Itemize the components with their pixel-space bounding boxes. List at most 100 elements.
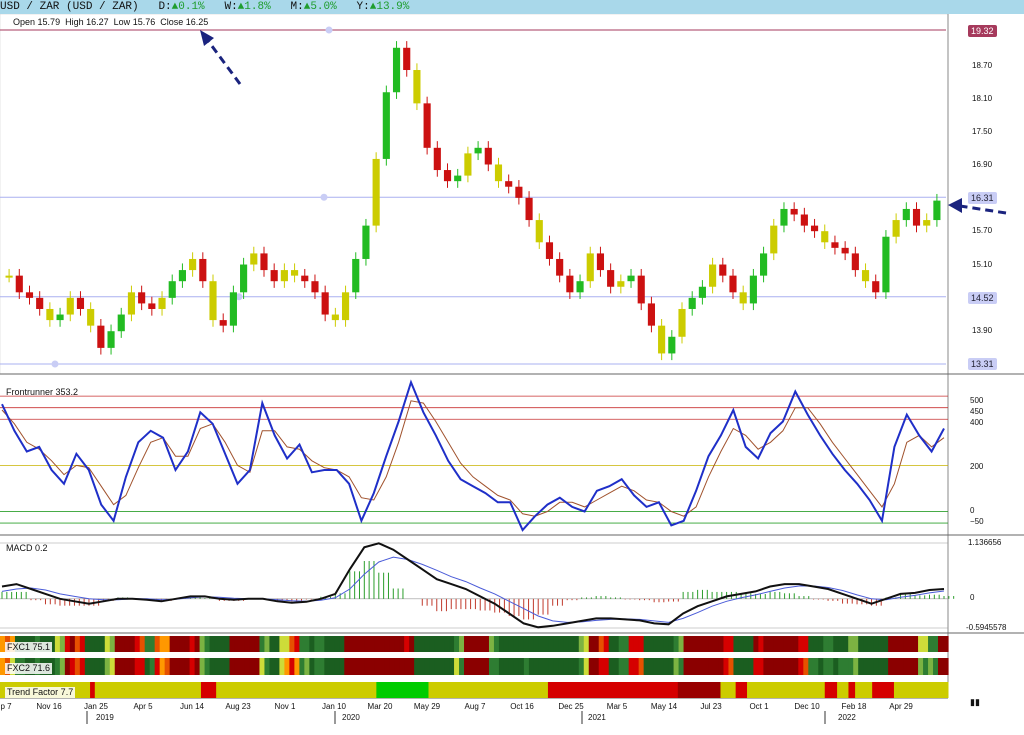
fxc2-cell	[638, 658, 645, 675]
candle-body	[688, 297, 696, 309]
fxc1-cell	[513, 636, 520, 652]
fxc2-cell	[623, 658, 630, 675]
macd-min: -0.5945578	[966, 623, 1007, 632]
fxc1-cell	[818, 636, 824, 652]
fxc2-cell	[818, 658, 824, 675]
fxc1-cell	[828, 636, 834, 652]
fxc2-cell	[603, 658, 610, 675]
fxc2-cell	[129, 658, 136, 675]
fxc1-cell	[488, 636, 495, 652]
fxc1-cell	[89, 636, 96, 652]
fxc2-cell	[518, 658, 525, 675]
frontrunner-level: 500	[970, 396, 984, 405]
fxc1-cell	[838, 636, 844, 652]
fxc1-cell	[154, 636, 161, 652]
fxc2-cell	[543, 658, 550, 675]
fxc2-cell	[54, 658, 61, 675]
fxc1-cell	[454, 636, 460, 652]
fxc2-cell	[528, 658, 535, 675]
candle-body	[117, 314, 125, 332]
fxc1-cell	[434, 636, 440, 652]
fxc1-cell	[688, 636, 695, 652]
fxc1-cell	[74, 636, 81, 652]
fxc2-cell	[99, 658, 106, 675]
candle-body	[66, 297, 74, 315]
candle-body	[729, 275, 737, 293]
fxc2-cell	[798, 658, 804, 675]
fxc2-cell	[359, 658, 365, 675]
fxc2-cell	[593, 658, 600, 675]
candle-body	[576, 281, 584, 293]
fxc2-cell	[309, 658, 315, 675]
fxc2-cell	[548, 658, 555, 675]
fxc1-cell	[229, 636, 236, 652]
fxc2-cell	[673, 658, 680, 675]
fxc1-cell	[768, 636, 774, 652]
fxc1-cell	[548, 636, 555, 652]
fxc2-cell	[424, 658, 430, 675]
fxc2-cell	[858, 658, 864, 675]
fxc1-cell	[414, 636, 420, 652]
fxc2-cell	[394, 658, 400, 675]
fxc1-cell	[618, 636, 625, 652]
candle-body	[5, 275, 13, 278]
candle-body	[800, 214, 808, 226]
candle-body	[851, 253, 859, 271]
candle-body	[637, 275, 645, 304]
fxc2-cell	[339, 658, 345, 675]
candle-body	[36, 297, 44, 309]
fxc2-cell	[299, 658, 305, 675]
fxc1-cell	[748, 636, 755, 652]
fxc1-cell	[354, 636, 360, 652]
fxc1-cell	[703, 636, 710, 652]
fxc1-cell	[633, 636, 640, 652]
fxc1-cell	[304, 636, 310, 652]
fxc2-cell	[618, 658, 625, 675]
fxc1-cell	[264, 636, 271, 652]
fxc2-cell	[498, 658, 505, 675]
fxc2-cell	[79, 658, 86, 675]
candle-body	[617, 281, 625, 287]
fxc2-cell	[608, 658, 615, 675]
fxc2-cell	[284, 658, 290, 675]
fxc1-cell	[384, 636, 390, 652]
fxc2-cell	[613, 658, 620, 675]
fxc2-cell	[658, 658, 665, 675]
fxc2-cell	[863, 658, 869, 675]
fxc2-cell	[713, 658, 720, 675]
fxc1-cell	[119, 636, 126, 652]
fxc1-cell	[109, 636, 116, 652]
macd-title: MACD 0.2	[6, 543, 48, 553]
pause-icon[interactable]: ▮▮	[970, 697, 980, 708]
fxc1-cell	[369, 636, 375, 652]
fxc1-cell	[294, 636, 300, 652]
candle-body	[912, 208, 921, 226]
fxc1-cell	[843, 636, 849, 652]
high-value: 16.27	[86, 17, 109, 27]
fxc1-cell	[399, 636, 405, 652]
fxc2-cell	[74, 658, 81, 675]
fxc1-cell	[803, 636, 809, 652]
candle-body	[341, 292, 350, 321]
fxc2-cell	[384, 658, 390, 675]
symbol-header: USD / ZAR (USD / ZAR) D:▲0.1% W:▲1.8% M:…	[0, 0, 1024, 14]
fxc1-cell	[653, 636, 660, 652]
fxc2-cell	[419, 658, 425, 675]
trend-segment	[94, 682, 202, 698]
trend-segment	[90, 682, 96, 698]
candle-body	[260, 253, 268, 271]
fxc2-cell	[264, 658, 271, 675]
x-tick: Jul 23	[700, 702, 722, 711]
trend-segment	[428, 682, 549, 698]
fxc2-cell	[888, 658, 894, 675]
fxc1-cell	[853, 636, 859, 652]
fxc1-cell	[528, 636, 535, 652]
fxc1-cell	[374, 636, 380, 652]
fxc2-cell	[628, 658, 635, 675]
fxc1-cell	[249, 636, 256, 652]
fxc1-cell	[439, 636, 445, 652]
candle-body	[382, 92, 390, 159]
candle-body	[392, 47, 401, 93]
fxc2-cell	[334, 658, 340, 675]
fxc1-cell	[643, 636, 650, 652]
